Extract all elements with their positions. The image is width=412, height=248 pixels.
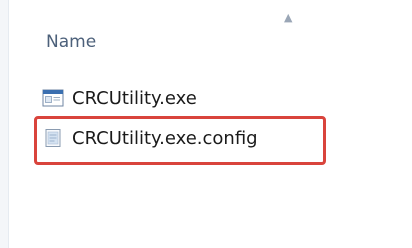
column-header-name[interactable]: Name <box>46 32 96 52</box>
sort-ascending-icon: ▲ <box>284 11 293 24</box>
file-explorer-view: ▲ Name CRCUtility.exe CRCUtility.exe.con… <box>0 0 412 248</box>
file-list: CRCUtility.exe CRCUtility.exe.config <box>20 78 380 158</box>
file-name-label: CRCUtility.exe <box>72 87 197 109</box>
file-item-crcutility-exe-config[interactable]: CRCUtility.exe.config <box>20 118 380 158</box>
file-item-crcutility-exe[interactable]: CRCUtility.exe <box>20 78 380 118</box>
config-file-icon <box>45 129 61 147</box>
application-exe-icon <box>42 89 64 107</box>
file-name-label: CRCUtility.exe.config <box>72 127 258 149</box>
navigation-pane-edge <box>0 0 9 248</box>
column-header-row: ▲ Name <box>22 12 382 62</box>
